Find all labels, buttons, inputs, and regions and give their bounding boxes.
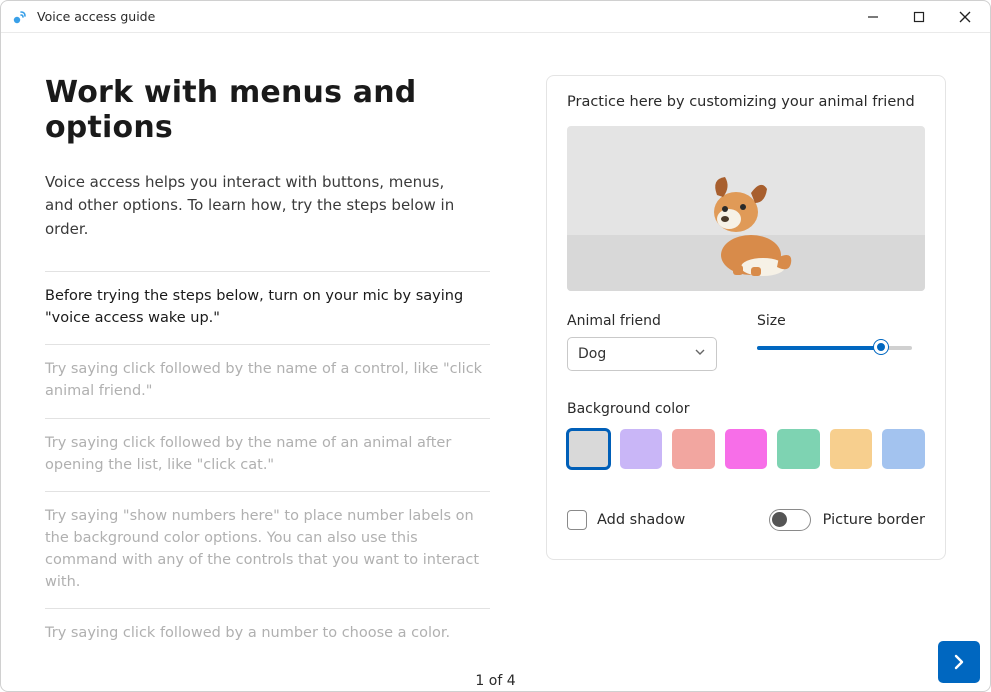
app-icon bbox=[11, 8, 29, 26]
toggle-switch bbox=[769, 509, 811, 531]
titlebar: Voice access guide bbox=[1, 1, 990, 33]
content-area: Work with menus and options Voice access… bbox=[1, 33, 990, 670]
step-item: Try saying click followed by a number to… bbox=[45, 609, 490, 660]
toggle-knob bbox=[772, 512, 787, 527]
slider-fill bbox=[757, 346, 881, 350]
dog-illustration bbox=[691, 167, 801, 277]
animal-field: Animal friend Dog bbox=[567, 313, 717, 371]
footer: 1 of 4 bbox=[1, 670, 990, 691]
bg-color-label: Background color bbox=[567, 401, 925, 417]
window-title: Voice access guide bbox=[37, 9, 155, 24]
preview-canvas bbox=[567, 126, 925, 291]
intro-text: Voice access helps you interact with but… bbox=[45, 171, 465, 241]
picture-border-control[interactable]: Picture border bbox=[769, 509, 925, 531]
minimize-button[interactable] bbox=[850, 1, 896, 33]
color-swatch-grey[interactable] bbox=[567, 429, 610, 469]
pager-text: 1 of 4 bbox=[475, 673, 515, 689]
maximize-button[interactable] bbox=[896, 1, 942, 33]
steps-list: Before trying the steps below, turn on y… bbox=[45, 271, 490, 660]
animal-label: Animal friend bbox=[567, 313, 717, 329]
color-swatch-coral[interactable] bbox=[672, 429, 715, 469]
step-item: Try saying "show numbers here" to place … bbox=[45, 492, 490, 609]
color-swatch-green[interactable] bbox=[777, 429, 820, 469]
color-swatch-pink[interactable] bbox=[725, 429, 768, 469]
slider-thumb[interactable] bbox=[874, 340, 888, 354]
checkbox-icon bbox=[567, 510, 587, 530]
color-swatches bbox=[567, 429, 925, 469]
next-button[interactable] bbox=[938, 641, 980, 683]
voice-access-guide-window: Voice access guide Work with menus and o… bbox=[0, 0, 991, 692]
size-slider[interactable] bbox=[757, 337, 912, 357]
practice-pane: Practice here by customizing your animal… bbox=[546, 75, 946, 660]
animal-select-value: Dog bbox=[578, 346, 606, 362]
step-item: Try saying click followed by the name of… bbox=[45, 345, 490, 419]
color-swatch-orange[interactable] bbox=[830, 429, 873, 469]
size-field: Size bbox=[757, 313, 925, 371]
color-swatch-blue[interactable] bbox=[882, 429, 925, 469]
chevron-down-icon bbox=[694, 346, 706, 362]
practice-panel: Practice here by customizing your animal… bbox=[546, 75, 946, 560]
size-label: Size bbox=[757, 313, 925, 329]
practice-heading: Practice here by customizing your animal… bbox=[567, 94, 925, 110]
picture-border-label: Picture border bbox=[823, 512, 925, 528]
step-item: Try saying click followed by the name of… bbox=[45, 419, 490, 493]
animal-select[interactable]: Dog bbox=[567, 337, 717, 371]
chevron-right-icon bbox=[949, 652, 969, 672]
window-buttons bbox=[850, 1, 988, 33]
color-swatch-purple[interactable] bbox=[620, 429, 663, 469]
add-shadow-control[interactable]: Add shadow bbox=[567, 510, 685, 530]
step-item: Before trying the steps below, turn on y… bbox=[45, 272, 490, 346]
add-shadow-label: Add shadow bbox=[597, 512, 685, 528]
instructions-pane: Work with menus and options Voice access… bbox=[45, 75, 490, 660]
close-button[interactable] bbox=[942, 1, 988, 33]
page-title: Work with menus and options bbox=[45, 75, 490, 145]
